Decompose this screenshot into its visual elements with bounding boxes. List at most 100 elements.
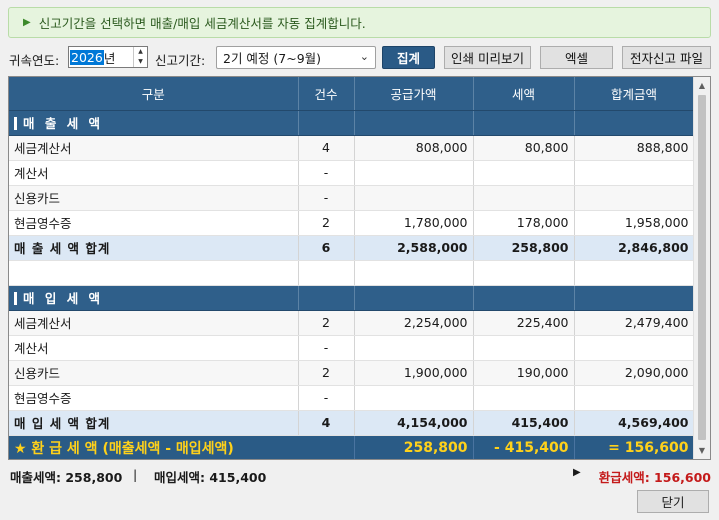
purchase-tax-summary: 매입세액: 415,400 [154,470,267,485]
sales-total-row[interactable]: 매 출 세 액 합계 6 2,588,000 258,800 2,846,800 [9,235,695,261]
row-tax: 258,800 [473,235,575,261]
summary-separator: | [133,467,138,482]
row-tax [473,335,575,361]
play-triangle-icon: ▶ [23,17,31,28]
row-label: 매 입 세 액 합계 [9,410,299,436]
year-value[interactable]: 2026 [70,49,104,65]
row-label: 신용카드 [9,185,299,211]
purchase-section-title: 매 입 세 액 [9,285,299,311]
scroll-up-icon[interactable]: ▲ [694,77,710,94]
year-label: 귀속연도: [9,53,60,68]
row-tax: 225,400 [473,310,575,336]
row-count: 2 [298,210,355,236]
row-tax: 190,000 [473,360,575,386]
scrollbar-thumb[interactable] [698,95,706,440]
purchase-total-row[interactable]: 매 입 세 액 합계 4 4,154,000 415,400 4,569,400 [9,410,695,436]
row-total: 888,800 [574,135,695,161]
row-supply: 1,780,000 [354,210,474,236]
row-count: 2 [298,310,355,336]
row-label: 계산서 [9,160,299,186]
info-banner: ▶ 신고기간을 선택하면 매출/매입 세금계산서를 자동 집계합니다. [8,7,711,38]
chevron-down-icon[interactable]: ⌄ [360,50,369,63]
efile-button[interactable]: 전자신고 파일 [622,46,711,69]
row-total: 2,090,000 [574,360,695,386]
table-row[interactable]: 계산서 - [9,160,695,186]
vertical-scrollbar[interactable]: ▲ ▼ [693,77,710,459]
spin-up-icon[interactable]: ▲ [134,47,147,57]
row-count: 2 [298,360,355,386]
row-total: 4,569,400 [574,410,695,436]
row-tax [473,160,575,186]
row-count: - [298,335,355,361]
row-label: 현금영수증 [9,385,299,411]
row-supply: 4,154,000 [354,410,474,436]
excel-button[interactable]: 엑셀 [540,46,613,69]
spin-down-icon[interactable]: ▼ [134,57,147,67]
row-count: 4 [298,135,355,161]
row-supply [354,385,474,411]
col-header-supply[interactable]: 공급가액 [354,77,474,111]
year-spinner[interactable]: 2026 년 ▲ ▼ [68,46,148,68]
row-supply [354,185,474,211]
row-total [574,160,695,186]
row-tax: 415,400 [473,410,575,436]
row-supply: 1,900,000 [354,360,474,386]
row-total [574,385,695,411]
col-header-count[interactable]: 건수 [298,77,355,111]
banner-text: 신고기간을 선택하면 매출/매입 세금계산서를 자동 집계합니다. [38,16,366,31]
row-count: 6 [298,235,355,261]
row-count: - [298,160,355,186]
table-row[interactable]: 현금영수증 2 1,780,000 178,000 1,958,000 [9,210,695,236]
col-header-category[interactable]: 구분 [9,77,299,111]
row-total [574,185,695,211]
spinner-buttons[interactable]: ▲ ▼ [133,47,147,67]
row-supply [354,160,474,186]
summary-bar: 매출세액: 258,800 | 매입세액: 415,400 ▶ 환급세액: 15… [8,466,711,486]
table-row[interactable]: 세금계산서 4 808,000 80,800 888,800 [9,135,695,161]
row-total: 2,846,800 [574,235,695,261]
col-header-total[interactable]: 합계금액 [574,77,695,111]
row-label: 현금영수증 [9,210,299,236]
row-supply: 2,254,000 [354,310,474,336]
aggregate-button[interactable]: 집계 [382,46,435,69]
refund-supply: 258,800 [354,435,474,459]
year-suffix: 년 [103,50,116,66]
close-button[interactable]: 닫기 [637,490,709,513]
row-label: 매 출 세 액 합계 [9,235,299,261]
refund-row[interactable]: ★ 환 급 세 액 (매출세액 - 매입세액) 258,800 - 415,40… [9,435,695,459]
period-select[interactable]: 2기 예정 (7~9월) ⌄ [216,46,376,69]
row-label: 신용카드 [9,360,299,386]
row-supply: 2,588,000 [354,235,474,261]
row-total: 1,958,000 [574,210,695,236]
table-row[interactable]: 신용카드 - [9,185,695,211]
vat-table: 구분 건수 공급가액 세액 합계금액 매 출 세 액 세금계산서 4 808,0… [9,77,695,459]
section-bar-icon [14,117,17,130]
col-header-tax[interactable]: 세액 [473,77,575,111]
refund-total: = 156,600 [574,435,695,459]
refund-tax-summary: 환급세액: 156,600 [598,470,711,485]
period-value: 2기 예정 (7~9월) [223,51,322,66]
row-total: 2,479,400 [574,310,695,336]
row-count: - [298,185,355,211]
row-label: 세금계산서 [9,135,299,161]
section-bar-icon [14,292,17,305]
play-triangle-icon: ▶ [573,467,581,478]
row-tax: 178,000 [473,210,575,236]
sales-section-title: 매 출 세 액 [9,110,299,136]
row-tax: 80,800 [473,135,575,161]
scroll-down-icon[interactable]: ▼ [694,442,710,459]
row-label: 세금계산서 [9,310,299,336]
row-supply: 808,000 [354,135,474,161]
print-preview-button[interactable]: 인쇄 미리보기 [444,46,531,69]
row-total [574,335,695,361]
row-label: 계산서 [9,335,299,361]
toolbar: 귀속연도: 2026 년 ▲ ▼ 신고기간: 2기 예정 (7~9월) ⌄ 집계 … [0,45,719,71]
table-row[interactable]: 현금영수증 - [9,385,695,411]
table-row[interactable]: 신용카드 2 1,900,000 190,000 2,090,000 [9,360,695,386]
row-tax [473,185,575,211]
table-row[interactable]: 세금계산서 2 2,254,000 225,400 2,479,400 [9,310,695,336]
row-count: - [298,385,355,411]
period-label: 신고기간: [155,53,206,68]
vat-summary-grid[interactable]: 구분 건수 공급가액 세액 합계금액 매 출 세 액 세금계산서 4 808,0… [8,76,711,460]
table-row[interactable]: 계산서 - [9,335,695,361]
